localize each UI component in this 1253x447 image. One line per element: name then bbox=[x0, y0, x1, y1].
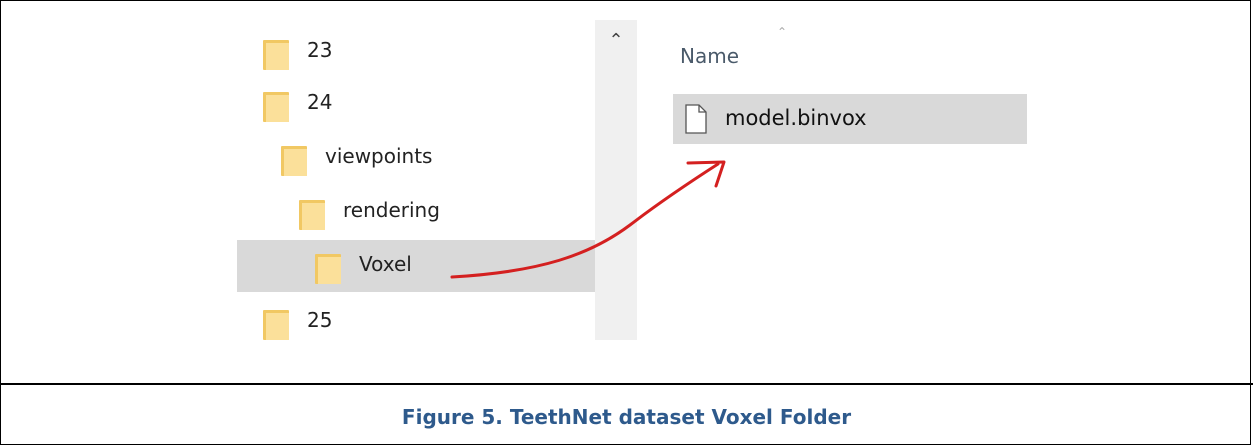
column-header-name[interactable]: Name bbox=[680, 44, 739, 68]
file-item-label: model.binvox bbox=[725, 106, 867, 130]
file-item-model-binvox[interactable]: model.binvox bbox=[673, 94, 1027, 144]
folder-icon bbox=[315, 254, 341, 284]
file-icon bbox=[685, 104, 707, 134]
folder-icon bbox=[299, 200, 325, 230]
explorer-screenshot: 23 24 viewpoints rendering Voxel 25 ⌃ Na… bbox=[237, 20, 1027, 340]
sort-indicator-icon: ⌃ bbox=[777, 25, 788, 39]
tree-item-label: rendering bbox=[343, 198, 440, 222]
tree-item-label: 23 bbox=[307, 38, 333, 62]
folder-icon bbox=[281, 146, 307, 176]
tree-item-25[interactable]: 25 bbox=[237, 296, 595, 340]
tree-item-rendering[interactable]: rendering bbox=[237, 186, 595, 238]
tree-item-24[interactable]: 24 bbox=[237, 78, 595, 130]
tree-item-label: viewpoints bbox=[325, 144, 433, 168]
tree-scrollbar[interactable]: ⌃ bbox=[595, 20, 637, 340]
folder-icon bbox=[263, 92, 289, 122]
caption-divider bbox=[0, 383, 1253, 385]
scroll-up-icon[interactable]: ⌃ bbox=[603, 28, 629, 54]
figure-caption: Figure 5. TeethNet dataset Voxel Folder bbox=[401, 405, 852, 429]
tree-item-label: Voxel bbox=[359, 252, 412, 276]
tree-item-label: 25 bbox=[307, 308, 333, 332]
tree-item-label: 24 bbox=[307, 90, 333, 114]
folder-icon bbox=[263, 40, 289, 70]
tree-item-voxel[interactable]: Voxel bbox=[237, 240, 595, 292]
tree-item-viewpoints[interactable]: viewpoints bbox=[237, 132, 595, 184]
folder-icon bbox=[263, 310, 289, 340]
tree-item-23[interactable]: 23 bbox=[237, 26, 595, 78]
